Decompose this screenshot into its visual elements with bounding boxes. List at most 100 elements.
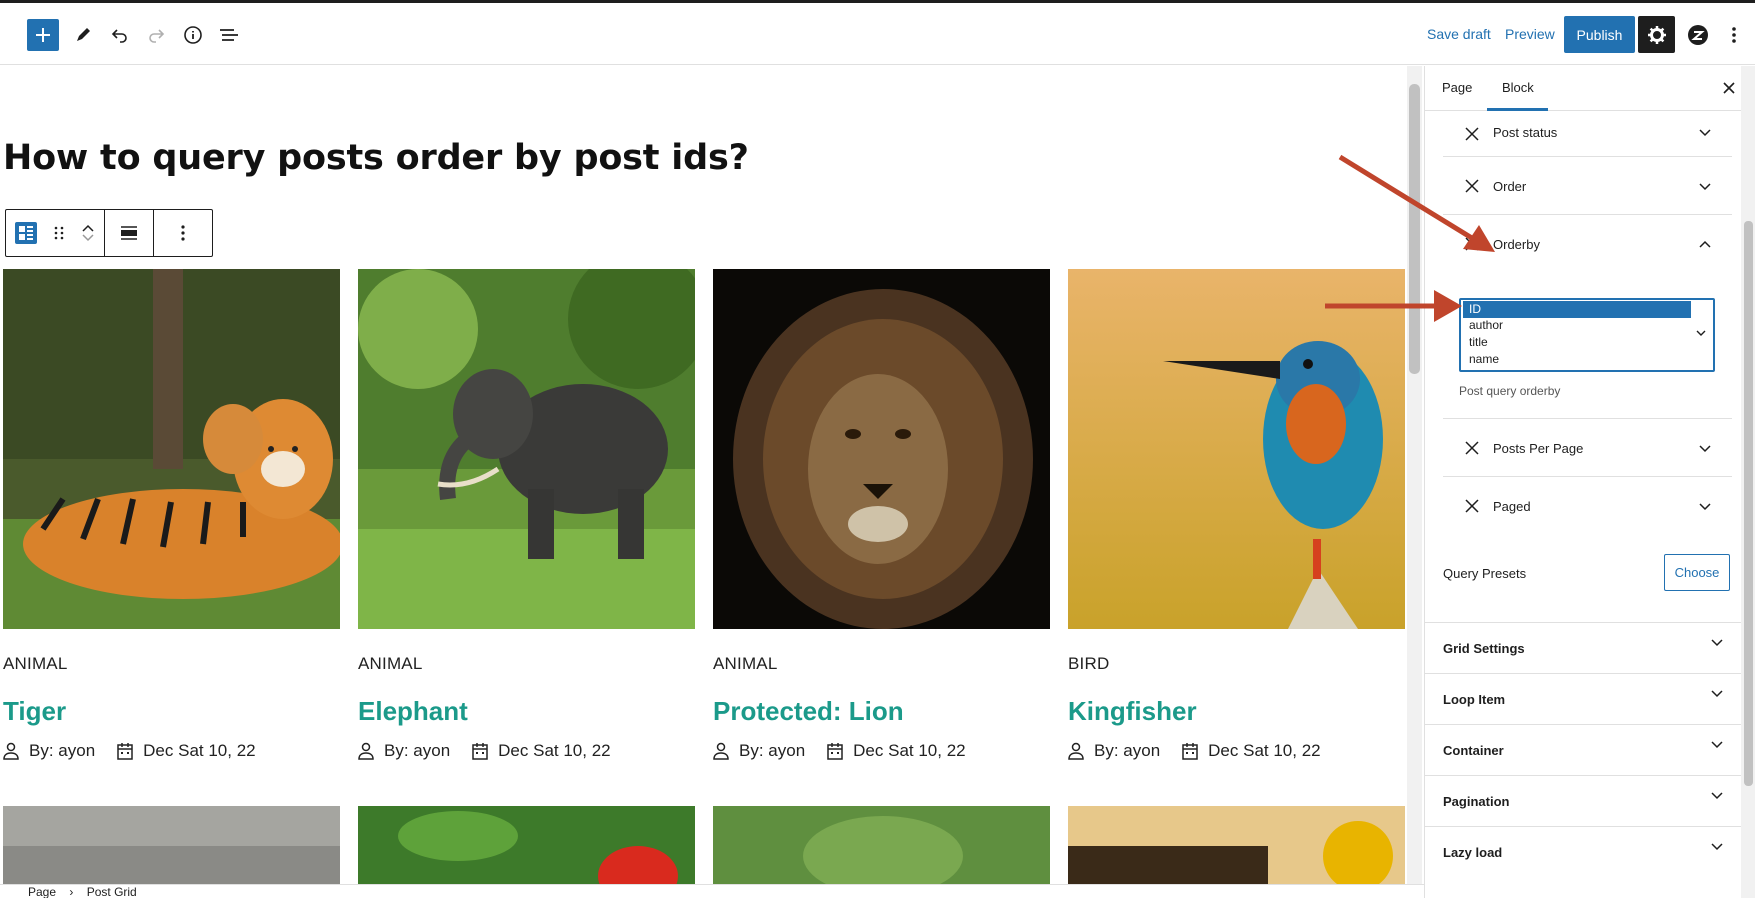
post-category[interactable]: BIRD (1068, 654, 1109, 674)
user-icon (3, 742, 19, 760)
calendar-icon (1182, 743, 1198, 760)
panel-pagination[interactable]: Pagination (1425, 775, 1741, 827)
remove-tool-button[interactable] (1463, 157, 1481, 215)
post-image[interactable] (1068, 806, 1405, 884)
tab-block[interactable]: Block (1502, 80, 1534, 95)
chevron-up-icon[interactable] (1699, 240, 1711, 248)
post-author[interactable]: By: ayon (1094, 741, 1160, 761)
info-icon (184, 26, 202, 44)
calendar-icon (472, 743, 488, 760)
post-author[interactable]: By: ayon (29, 741, 95, 761)
editor-canvas: How to query posts order by post ids? AN… (3, 66, 1407, 884)
panel-container[interactable]: Container (1425, 724, 1741, 776)
post-title[interactable]: Tiger (3, 696, 66, 727)
more-vertical-icon (181, 225, 185, 241)
chevron-down-icon (1711, 639, 1723, 647)
remove-tool-button[interactable] (1463, 215, 1481, 273)
canvas-scrollbar[interactable] (1407, 66, 1422, 884)
canvas-scroll-thumb[interactable] (1409, 84, 1420, 374)
chevron-up-icon[interactable] (81, 223, 95, 233)
kingfisher-image[interactable] (1068, 269, 1405, 629)
settings-button[interactable] (1638, 16, 1675, 53)
breadcrumb-root[interactable]: Page (28, 885, 56, 898)
elephant-image[interactable] (358, 249, 708, 629)
post-image[interactable] (358, 806, 695, 884)
remove-tool-button[interactable] (1463, 477, 1481, 535)
post-image[interactable] (713, 806, 1050, 884)
redo-icon (149, 29, 165, 43)
align-button[interactable] (105, 210, 154, 256)
post-card: ANIMAL Tiger By: ayon Dec Sat 10, 22 (3, 269, 343, 760)
orderby-option[interactable]: author (1469, 317, 1503, 333)
drag-handle-icon[interactable] (54, 225, 64, 241)
chevron-down-icon[interactable] (1699, 183, 1711, 191)
tool-paged[interactable]: Paged (1443, 477, 1732, 535)
page-title[interactable]: How to query posts order by post ids? (3, 138, 749, 178)
orderby-help-text: Post query orderby (1459, 384, 1561, 398)
chevron-down-icon[interactable] (1699, 445, 1711, 453)
options-button[interactable] (1718, 19, 1750, 51)
close-icon (1465, 499, 1479, 513)
choose-preset-button[interactable]: Choose (1664, 554, 1730, 591)
tool-label: Post status (1493, 125, 1558, 140)
post-author[interactable]: By: ayon (384, 741, 450, 761)
post-title[interactable]: Kingfisher (1068, 696, 1197, 727)
save-draft-button[interactable]: Save draft (1427, 26, 1491, 42)
chevron-down-icon[interactable] (1699, 129, 1711, 137)
block-inserter-button[interactable] (27, 19, 59, 51)
tools-button[interactable] (67, 19, 99, 51)
post-category[interactable]: ANIMAL (3, 654, 68, 674)
calendar-icon (827, 743, 843, 760)
redo-button[interactable] (140, 19, 172, 51)
post-image[interactable] (3, 806, 340, 884)
panel-grid-settings[interactable]: Grid Settings (1425, 622, 1741, 674)
post-meta: By: ayon Dec Sat 10, 22 (358, 741, 611, 761)
selected-option-highlight (1463, 301, 1691, 318)
sidebar-scroll-thumb[interactable] (1744, 221, 1753, 786)
post-grid-block-icon[interactable] (14, 222, 37, 244)
tool-posts-per-page[interactable]: Posts Per Page (1443, 419, 1732, 477)
more-vertical-icon (1732, 27, 1736, 43)
tool-post-status[interactable]: Post status (1443, 111, 1732, 157)
plugin-button[interactable] (1682, 19, 1714, 51)
orderby-option[interactable]: name (1469, 351, 1499, 367)
tab-page[interactable]: Page (1442, 80, 1472, 95)
post-title[interactable]: Elephant (358, 696, 468, 727)
chevron-down-icon[interactable] (1699, 503, 1711, 511)
gear-icon (1647, 25, 1666, 44)
plus-icon (36, 28, 50, 42)
post-title[interactable]: Protected: Lion (713, 696, 904, 727)
close-icon (1723, 82, 1735, 94)
tool-order[interactable]: Order (1443, 157, 1732, 215)
list-view-button[interactable] (213, 19, 245, 51)
post-author[interactable]: By: ayon (739, 741, 805, 761)
user-icon (358, 742, 374, 760)
orderby-option[interactable]: title (1469, 334, 1488, 350)
details-button[interactable] (177, 19, 209, 51)
preview-button[interactable]: Preview (1505, 26, 1555, 42)
lion-image[interactable] (713, 269, 1050, 629)
remove-tool-button[interactable] (1463, 111, 1481, 157)
publish-button[interactable]: Publish (1564, 16, 1635, 53)
post-category[interactable]: ANIMAL (358, 654, 423, 674)
chevron-down-icon (1711, 690, 1723, 698)
chevron-down-icon (1696, 330, 1706, 336)
orderby-option[interactable]: ID (1469, 301, 1481, 317)
orderby-multiselect[interactable]: ID author title name (1459, 298, 1715, 372)
breadcrumb-current[interactable]: Post Grid (87, 885, 137, 898)
close-sidebar-button[interactable] (1719, 78, 1739, 98)
sidebar-tabs: Page Block (1425, 66, 1755, 111)
remove-tool-button[interactable] (1463, 419, 1481, 477)
undo-button[interactable] (104, 19, 136, 51)
calendar-icon (117, 743, 133, 760)
post-category[interactable]: ANIMAL (713, 654, 778, 674)
sidebar-scrollbar[interactable] (1741, 66, 1755, 898)
panel-lazy-load[interactable]: Lazy load (1425, 826, 1741, 878)
panel-loop-item[interactable]: Loop Item (1425, 673, 1741, 725)
post-date: Dec Sat 10, 22 (1208, 741, 1321, 760)
user-icon (1068, 742, 1084, 760)
panel-title: Lazy load (1443, 845, 1503, 860)
chevron-down-icon[interactable] (81, 233, 95, 243)
block-options-button[interactable] (154, 210, 212, 256)
tiger-image[interactable] (3, 269, 343, 629)
